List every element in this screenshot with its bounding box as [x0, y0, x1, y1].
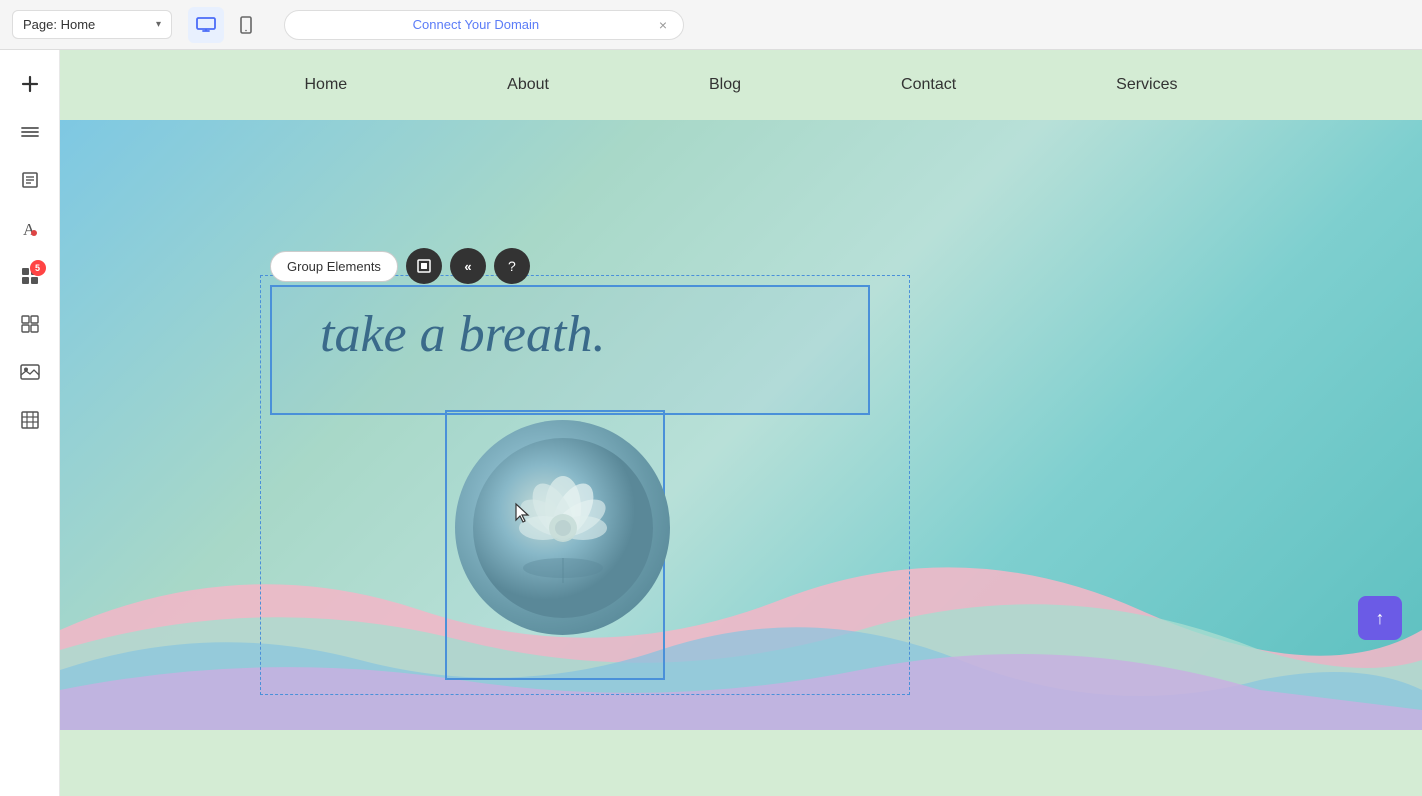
add-element-icon[interactable] — [10, 64, 50, 104]
pages-icon[interactable] — [10, 160, 50, 200]
desktop-device-button[interactable] — [188, 7, 224, 43]
move-to-container-button[interactable] — [406, 248, 442, 284]
mobile-device-button[interactable] — [228, 7, 264, 43]
floating-toolbar: Group Elements « ? — [270, 248, 530, 284]
device-buttons — [188, 7, 264, 43]
left-sidebar: A 5 — [0, 50, 60, 796]
page-selector-label: Page: Home — [23, 17, 150, 32]
site-nav: Home About Blog Contact Services — [60, 50, 1422, 120]
lotus-image[interactable] — [455, 420, 670, 635]
bottom-section — [60, 730, 1422, 796]
theme-icon[interactable]: A — [10, 208, 50, 248]
table-icon[interactable] — [10, 400, 50, 440]
media-icon[interactable] — [10, 352, 50, 392]
nav-services[interactable]: Services — [1036, 50, 1257, 120]
nav-contact[interactable]: Contact — [821, 50, 1036, 120]
scroll-to-top-button[interactable]: ↑ — [1358, 596, 1402, 640]
nav-about[interactable]: About — [427, 50, 629, 120]
hero-headline[interactable]: take a breath. — [320, 305, 605, 364]
lotus-svg — [473, 438, 653, 618]
chevron-down-icon: ▾ — [156, 19, 161, 30]
browser-bar: Page: Home ▾ Connect Your Domain × — [0, 0, 1422, 50]
tab-close-icon[interactable]: × — [659, 17, 667, 33]
website-preview: Home About Blog Contact Services Group E… — [60, 50, 1422, 796]
tab-label: Connect Your Domain — [301, 17, 651, 32]
help-button[interactable]: ? — [494, 248, 530, 284]
hero-section: Group Elements « ? take a breath. — [60, 120, 1422, 730]
apps-icon[interactable]: 5 — [10, 256, 50, 296]
nav-blog[interactable]: Blog — [629, 50, 821, 120]
page-selector[interactable]: Page: Home ▾ — [12, 10, 172, 39]
domain-tab[interactable]: Connect Your Domain × — [284, 10, 684, 40]
back-button[interactable]: « — [450, 248, 486, 284]
widgets-icon[interactable] — [10, 304, 50, 344]
nav-home[interactable]: Home — [224, 50, 427, 120]
group-elements-button[interactable]: Group Elements — [270, 251, 398, 282]
layers-icon[interactable] — [10, 112, 50, 152]
apps-badge: 5 — [30, 260, 46, 276]
editor-area: Home About Blog Contact Services Group E… — [60, 50, 1422, 796]
